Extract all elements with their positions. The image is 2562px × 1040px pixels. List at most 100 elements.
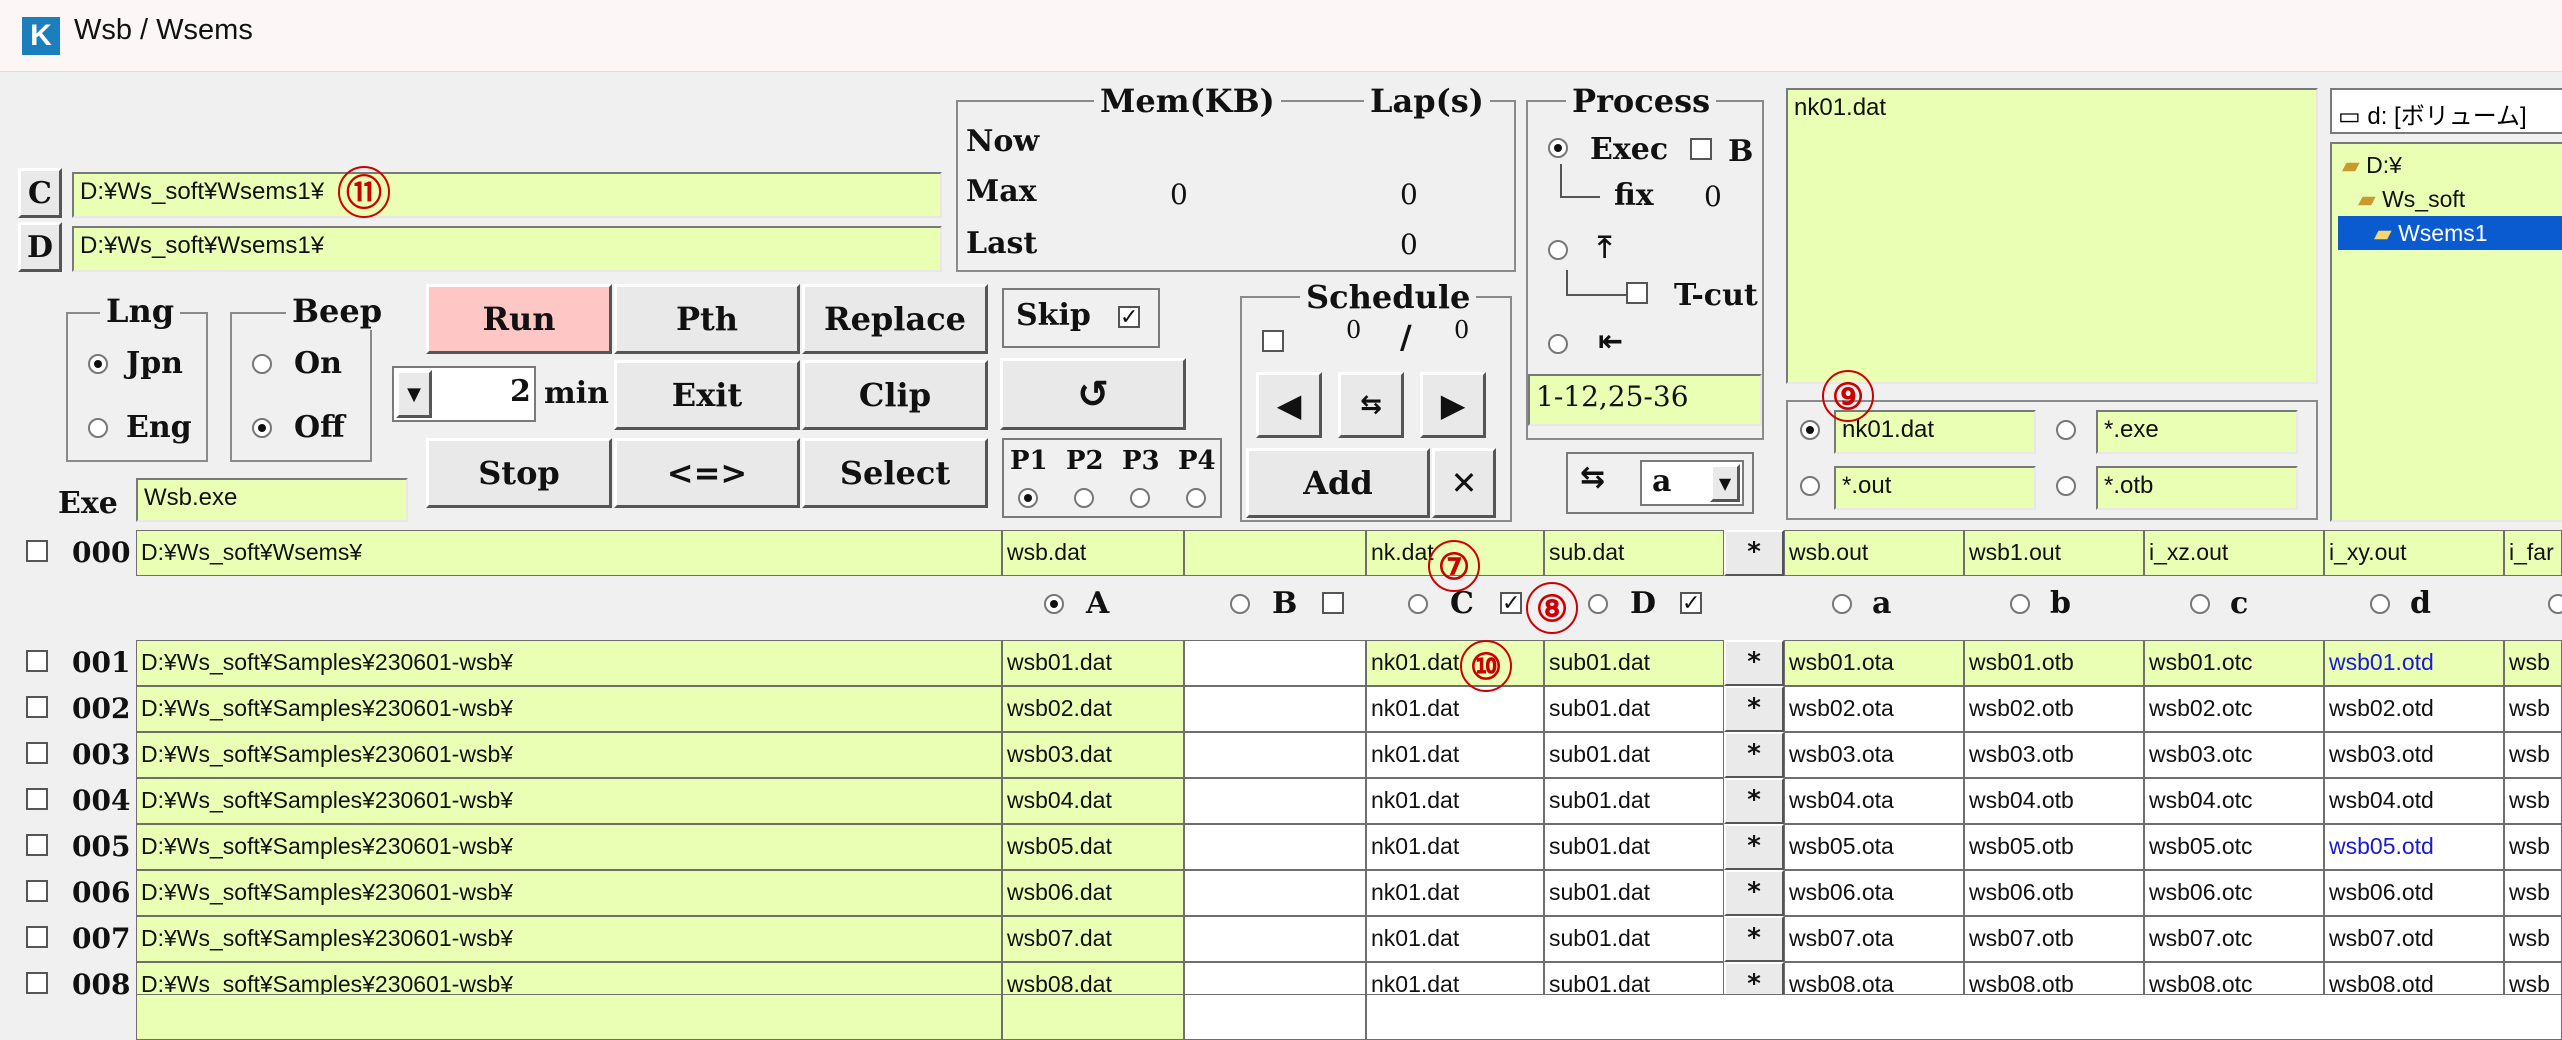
col-B-radio[interactable]	[1230, 594, 1250, 614]
col-C-checkbox[interactable]: ✓	[1500, 592, 1522, 615]
stop-button[interactable]: Stop	[426, 438, 612, 508]
filter2-radio[interactable]	[2056, 420, 2076, 440]
eng-radio[interactable]	[88, 418, 108, 438]
next-icon[interactable]: ▶	[1420, 372, 1486, 438]
row-star-button[interactable]: *	[1724, 870, 1784, 916]
table-cell-o2[interactable]: wsb05.otb	[1964, 824, 2144, 870]
folder-item[interactable]: ▰ D:¥	[2338, 148, 2562, 182]
table-cell-o1[interactable]: wsb01.ota	[1784, 640, 1964, 686]
table-cell-c1[interactable]: wsb02.dat	[1002, 686, 1184, 732]
row-star-button[interactable]: *	[1724, 732, 1784, 778]
table-row-partial[interactable]	[136, 994, 1002, 1040]
row-star-button[interactable]: *	[1724, 686, 1784, 732]
table-cell-path[interactable]: D:¥Ws_soft¥Samples¥230601-wsb¥	[136, 916, 1002, 962]
preview-textarea[interactable]: nk01.dat	[1786, 88, 2318, 384]
table-cell-c4[interactable]: sub01.dat	[1544, 778, 1724, 824]
header-o3[interactable]: i_xz.out	[2144, 530, 2324, 576]
table-cell-o4[interactable]: wsb05.otd	[2324, 824, 2504, 870]
header-c4[interactable]: sub.dat	[1544, 530, 1724, 576]
filter2-field[interactable]: *.exe	[2096, 410, 2298, 454]
table-cell-o3[interactable]: wsb04.otc	[2144, 778, 2324, 824]
pth-button[interactable]: Pth	[614, 284, 800, 354]
exec-radio[interactable]	[1548, 138, 1568, 158]
table-cell-c4[interactable]: sub01.dat	[1544, 732, 1724, 778]
filter3-radio[interactable]	[1800, 476, 1820, 496]
col-D-radio[interactable]	[1588, 594, 1608, 614]
table-cell-c1[interactable]: wsb06.dat	[1002, 870, 1184, 916]
table-cell-c3[interactable]: nk01.dat	[1366, 778, 1544, 824]
row-checkbox[interactable]	[26, 880, 48, 902]
beep-on-radio[interactable]	[252, 354, 272, 374]
table-cell-o1[interactable]: wsb07.ota	[1784, 916, 1964, 962]
table-cell-o4[interactable]: wsb03.otd	[2324, 732, 2504, 778]
drive-select[interactable]: ▭ d: [ボリューム]	[2330, 88, 2562, 134]
row-000-checkbox[interactable]	[26, 540, 48, 562]
c-button[interactable]: C	[18, 168, 62, 218]
table-cell-c2[interactable]	[1184, 778, 1366, 824]
jpn-radio[interactable]	[88, 354, 108, 374]
table-cell-o5[interactable]: wsb	[2504, 686, 2562, 732]
replace-button[interactable]: Replace	[802, 284, 988, 354]
table-cell-c1[interactable]: wsb04.dat	[1002, 778, 1184, 824]
run-button[interactable]: Run	[426, 284, 612, 354]
col-d-radio[interactable]	[2370, 594, 2390, 614]
back-radio[interactable]	[1548, 334, 1568, 354]
col-D-checkbox[interactable]: ✓	[1680, 592, 1702, 615]
table-cell[interactable]	[1366, 994, 2562, 1040]
table-cell-path[interactable]: D:¥Ws_soft¥Samples¥230601-wsb¥	[136, 640, 1002, 686]
delete-button[interactable]: ✕	[1432, 448, 1496, 518]
header-o5[interactable]: i_far	[2504, 530, 2562, 576]
table-cell-c1[interactable]: wsb05.dat	[1002, 824, 1184, 870]
filter3-field[interactable]: *.out	[1834, 466, 2036, 510]
header-o1[interactable]: wsb.out	[1784, 530, 1964, 576]
table-cell-c3[interactable]: nk01.dat	[1366, 732, 1544, 778]
chevron-down-icon[interactable]: ▼	[396, 370, 432, 418]
add-button[interactable]: Add	[1246, 448, 1430, 518]
folder-item-selected[interactable]: ▰ Wsems1	[2338, 216, 2562, 250]
table-cell-o4[interactable]: wsb04.otd	[2324, 778, 2504, 824]
top-radio[interactable]	[1548, 240, 1568, 260]
table-cell-o4[interactable]: wsb01.otd	[2324, 640, 2504, 686]
header-star-button[interactable]: *	[1724, 530, 1784, 576]
range-input[interactable]: 1-12,25-36	[1528, 374, 1762, 426]
table-cell-o2[interactable]: wsb07.otb	[1964, 916, 2144, 962]
table-cell-o3[interactable]: wsb05.otc	[2144, 824, 2324, 870]
table-cell-path[interactable]: D:¥Ws_soft¥Samples¥230601-wsb¥	[136, 824, 1002, 870]
schedule-checkbox[interactable]	[1262, 330, 1284, 352]
row-star-button[interactable]: *	[1724, 778, 1784, 824]
table-cell-o5[interactable]: wsb	[2504, 640, 2562, 686]
folder-item[interactable]: ▰ Ws_soft	[2338, 182, 2562, 216]
table-cell-path[interactable]: D:¥Ws_soft¥Samples¥230601-wsb¥	[136, 870, 1002, 916]
row-checkbox[interactable]	[26, 788, 48, 810]
reload-button[interactable]: ↺	[1000, 358, 1186, 430]
row-checkbox[interactable]	[26, 696, 48, 718]
table-cell-c2[interactable]	[1184, 732, 1366, 778]
col-e-radio[interactable]	[2548, 594, 2562, 614]
row-checkbox[interactable]	[26, 650, 48, 672]
table-cell-c3[interactable]: nk01.dat	[1366, 640, 1544, 686]
p4-radio[interactable]	[1186, 488, 1206, 508]
table-cell-o4[interactable]: wsb02.otd	[2324, 686, 2504, 732]
exit-button[interactable]: Exit	[614, 360, 800, 430]
table-cell-o2[interactable]: wsb01.otb	[1964, 640, 2144, 686]
table-cell[interactable]	[1184, 994, 1366, 1040]
skip-checkbox[interactable]: ✓	[1118, 306, 1140, 329]
table-cell-o3[interactable]: wsb02.otc	[2144, 686, 2324, 732]
table-cell-path[interactable]: D:¥Ws_soft¥Samples¥230601-wsb¥	[136, 778, 1002, 824]
table-cell-o5[interactable]: wsb	[2504, 916, 2562, 962]
col-A-radio[interactable]	[1044, 594, 1064, 614]
header-c2[interactable]	[1184, 530, 1366, 576]
table-cell-c1[interactable]: wsb03.dat	[1002, 732, 1184, 778]
p1-radio[interactable]	[1018, 488, 1038, 508]
table-cell-o4[interactable]: wsb06.otd	[2324, 870, 2504, 916]
p3-radio[interactable]	[1130, 488, 1150, 508]
select-button[interactable]: Select	[802, 438, 988, 508]
table-cell-c2[interactable]	[1184, 640, 1366, 686]
jump-icon[interactable]: ⇆	[1338, 372, 1404, 438]
filter1-radio[interactable]	[1800, 420, 1820, 440]
table-cell-o5[interactable]: wsb	[2504, 870, 2562, 916]
table-cell-c4[interactable]: sub01.dat	[1544, 686, 1724, 732]
table-cell-c2[interactable]	[1184, 916, 1366, 962]
table-cell-o5[interactable]: wsb	[2504, 778, 2562, 824]
table-cell-o2[interactable]: wsb02.otb	[1964, 686, 2144, 732]
